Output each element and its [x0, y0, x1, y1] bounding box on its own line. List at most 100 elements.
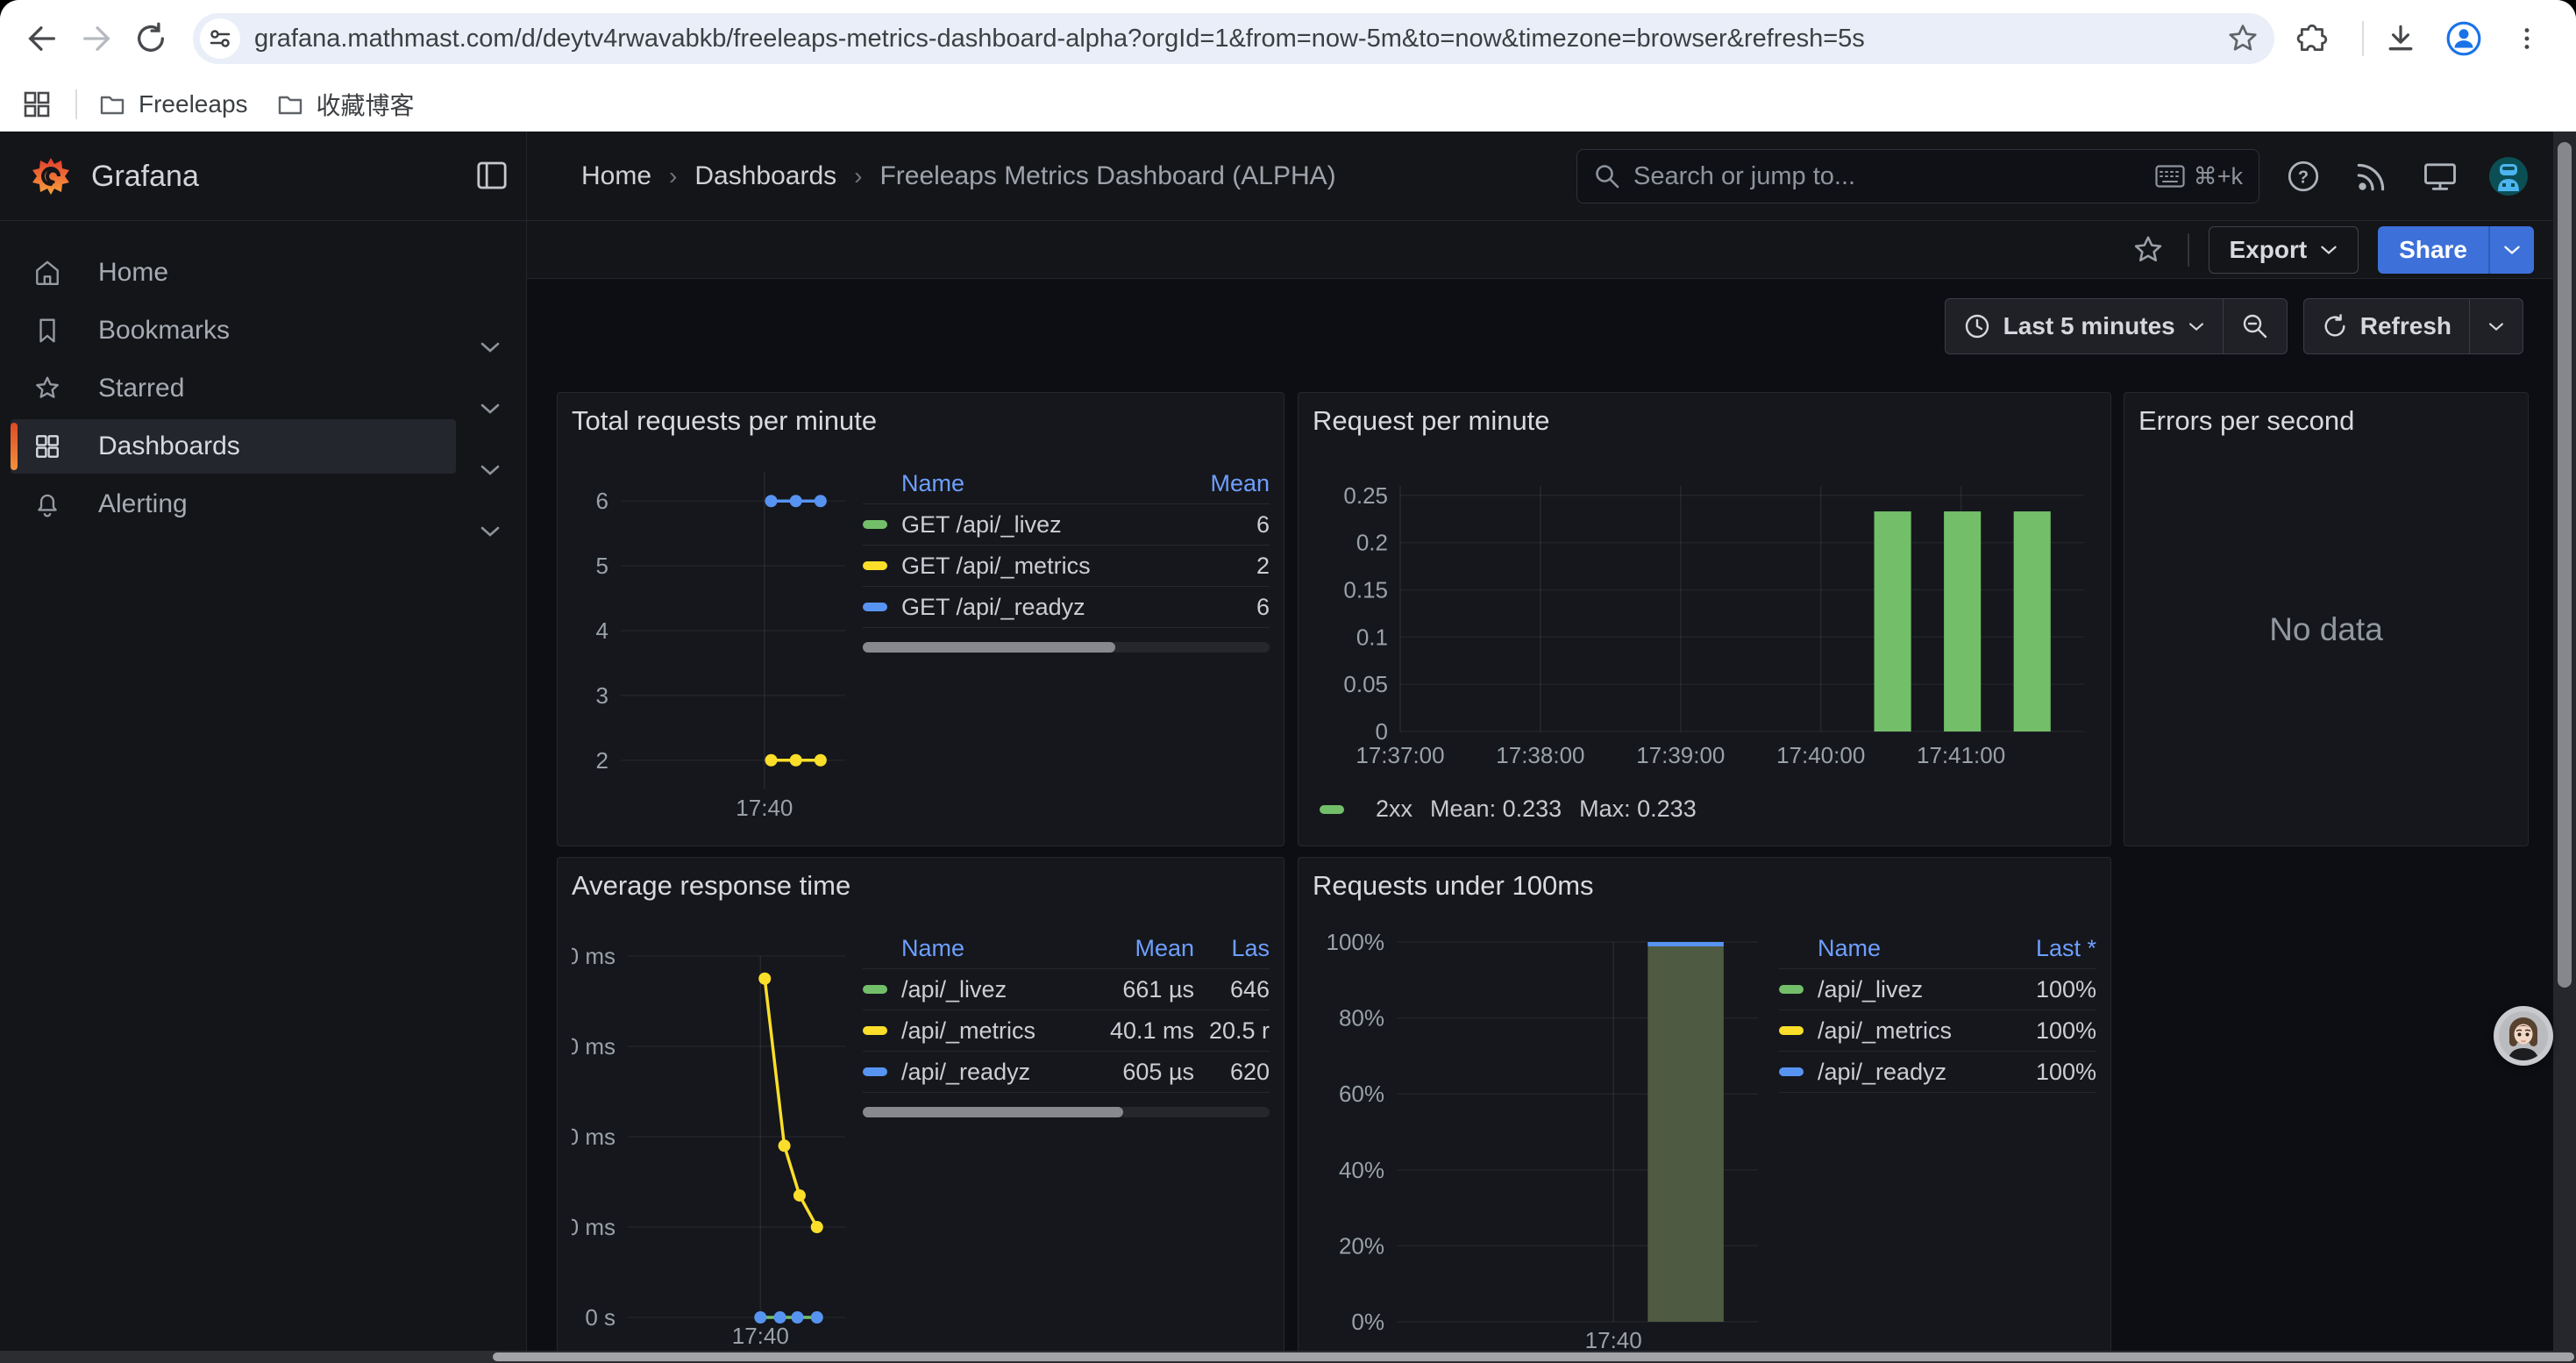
svg-text:17:40: 17:40	[736, 795, 793, 821]
reload-button[interactable]	[130, 18, 172, 60]
news-button[interactable]	[2352, 156, 2392, 196]
star-icon	[33, 375, 63, 403]
vertical-scrollbar-thumb[interactable]	[2558, 142, 2572, 988]
legend-row[interactable]: /api/_metrics40.1 ms20.5 r	[863, 1010, 1270, 1052]
series-swatch	[1320, 805, 1344, 814]
time-series-chart[interactable]: 0 s20 ms40 ms60 ms80 ms17:40	[572, 910, 852, 1363]
url-input[interactable]	[254, 25, 2225, 54]
breadcrumb-dashboards[interactable]: Dashboards	[694, 161, 836, 191]
kiosk-mode-button[interactable]	[2420, 156, 2460, 196]
sidebar: Home Bookmarks Starred Dashboards Alerti…	[0, 221, 527, 1363]
share-button[interactable]: Share	[2378, 226, 2488, 274]
share-menu-button[interactable]	[2488, 226, 2534, 274]
legend-row[interactable]: GET /api/_livez6	[863, 504, 1270, 546]
search-box[interactable]: ⌘+k	[1576, 149, 2259, 203]
refresh-button[interactable]: Refresh	[2304, 299, 2469, 353]
legend-row[interactable]: /api/_readyz100%	[1779, 1052, 2096, 1093]
zoom-out-button[interactable]	[2223, 299, 2287, 353]
panel-title[interactable]: Requests under 100ms	[1313, 868, 1594, 903]
panel-body: 2345617:40 NameMeanGET /api/_livez6GET /…	[572, 446, 1270, 836]
legend-column-header[interactable]: Name	[1818, 935, 1982, 962]
sidebar-item-label: Starred	[98, 374, 184, 403]
legend-row[interactable]: /api/_livez661 µs646	[863, 969, 1270, 1010]
legend-scrollbar[interactable]	[863, 642, 1270, 653]
series-name[interactable]: 2xx	[1376, 796, 1413, 823]
breadcrumb-home[interactable]: Home	[581, 161, 651, 191]
actions-divider	[2188, 233, 2189, 267]
favorite-dashboard-button[interactable]	[2128, 230, 2168, 270]
svg-text:40 ms: 40 ms	[572, 1124, 616, 1150]
sidebar-item-starred[interactable]: Starred	[11, 361, 456, 416]
forward-button[interactable]	[75, 18, 117, 60]
search-input[interactable]	[1633, 162, 2155, 191]
bookmark-folder-freeleaps[interactable]: Freeleaps	[84, 85, 262, 124]
panel-title[interactable]: Errors per second	[2138, 403, 2354, 439]
legend-column-header[interactable]: Name	[901, 935, 1063, 962]
export-button[interactable]: Export	[2209, 226, 2359, 274]
sidebar-item-bookmarks[interactable]: Bookmarks	[11, 303, 456, 358]
bookmark-star-icon[interactable]	[2225, 21, 2260, 56]
svg-text:17:40: 17:40	[732, 1323, 789, 1349]
bar-chart[interactable]: 0%20%40%60%80%100%17:40	[1313, 910, 1768, 1363]
vertical-scrollbar[interactable]	[2553, 132, 2576, 1363]
chevron-down-icon[interactable]	[477, 340, 503, 354]
legend-header: NameMean	[863, 463, 1270, 504]
chevron-down-icon[interactable]	[477, 402, 503, 416]
series-swatch	[863, 1026, 887, 1035]
active-accent-bar	[11, 423, 18, 470]
chevron-down-icon[interactable]	[477, 525, 503, 539]
help-button[interactable]: ?	[2283, 156, 2323, 196]
browser-menu-button[interactable]	[2506, 18, 2548, 60]
legend-row[interactable]: /api/_metrics100%	[1779, 1010, 2096, 1052]
horizontal-scrollbar[interactable]	[0, 1351, 2576, 1363]
home-icon	[33, 259, 63, 287]
bookmarks-divider	[75, 89, 77, 119]
zoom-out-icon	[2241, 312, 2269, 340]
bookmark-folder-blogs[interactable]: 收藏博客	[262, 82, 429, 127]
site-info-button[interactable]	[200, 18, 240, 59]
svg-text:0.25: 0.25	[1343, 482, 1388, 509]
legend-row[interactable]: /api/_readyz605 µs620	[863, 1052, 1270, 1093]
panel-total-requests: Total requests per minute 2345617:40 Nam…	[557, 392, 1284, 846]
time-controls: Last 5 minutes Refresh	[1945, 298, 2523, 354]
legend-column-header[interactable]: Mean	[1164, 470, 1270, 497]
time-range-picker[interactable]: Last 5 minutes	[1946, 299, 2223, 353]
legend-column-header[interactable]: Name	[901, 470, 1164, 497]
legend-scrollbar[interactable]	[863, 1107, 1270, 1117]
apps-shortcut-button[interactable]	[18, 85, 56, 124]
legend-row[interactable]: GET /api/_metrics2	[863, 546, 1270, 587]
profile-button[interactable]	[2443, 18, 2485, 60]
svg-text:40%: 40%	[1339, 1157, 1384, 1183]
svg-text:60%: 60%	[1339, 1081, 1384, 1107]
chevron-down-icon	[2188, 321, 2205, 332]
downloads-button[interactable]	[2380, 18, 2422, 60]
rss-icon	[2353, 158, 2390, 195]
svg-text:3: 3	[596, 682, 608, 709]
legend-row[interactable]: /api/_livez100%	[1779, 969, 2096, 1010]
series-mean: Mean: 0.233	[1430, 796, 1562, 823]
sidebar-item-home[interactable]: Home	[11, 246, 456, 300]
url-bar[interactable]	[193, 13, 2274, 64]
panel-title[interactable]: Request per minute	[1313, 403, 1550, 439]
download-icon	[2384, 22, 2417, 55]
user-avatar[interactable]	[2488, 156, 2529, 196]
legend-column-header[interactable]: Las	[1194, 935, 1270, 962]
horizontal-scrollbar-thumb[interactable]	[493, 1352, 2574, 1361]
chevron-down-icon[interactable]	[477, 463, 503, 477]
legend-column-header[interactable]: Mean	[1063, 935, 1194, 962]
time-series-chart[interactable]: 2345617:40	[572, 446, 852, 836]
svg-text:17:40: 17:40	[1585, 1327, 1642, 1353]
legend-row[interactable]: GET /api/_readyz6	[863, 587, 1270, 628]
extensions-button[interactable]	[2292, 18, 2334, 60]
refresh-interval-button[interactable]	[2469, 299, 2523, 353]
panel-title[interactable]: Total requests per minute	[572, 403, 877, 439]
sidebar-item-alerting[interactable]: Alerting	[11, 477, 456, 532]
sidebar-item-dashboards[interactable]: Dashboards	[11, 419, 456, 474]
svg-text:4: 4	[596, 617, 608, 644]
bar-chart[interactable]: 00.050.10.150.20.2517:37:0017:38:0017:39…	[1313, 446, 2098, 779]
back-button[interactable]	[21, 18, 63, 60]
sidebar-toggle-button[interactable]	[473, 157, 510, 198]
panel-title[interactable]: Average response time	[572, 868, 850, 903]
floating-assistant-avatar[interactable]	[2494, 1006, 2553, 1066]
legend-column-header[interactable]: Last *	[1982, 935, 2096, 962]
